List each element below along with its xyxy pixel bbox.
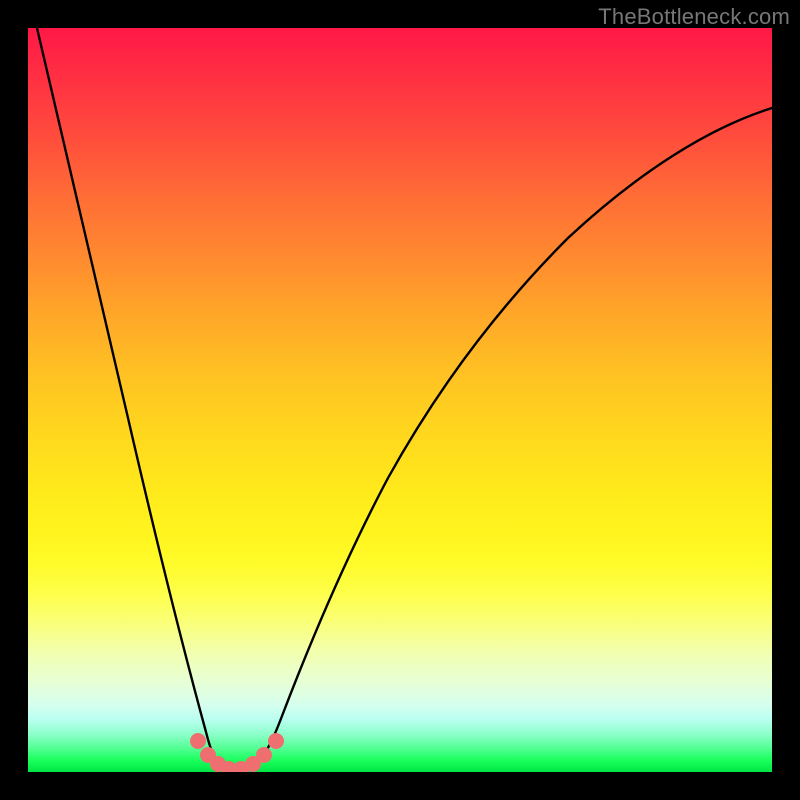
plot-area (28, 28, 772, 772)
curve-layer (28, 28, 772, 772)
bottleneck-curve (37, 28, 772, 771)
bottleneck-floor-dots (190, 733, 284, 772)
chart-frame: TheBottleneck.com (0, 0, 800, 800)
watermark-text: TheBottleneck.com (598, 4, 790, 30)
